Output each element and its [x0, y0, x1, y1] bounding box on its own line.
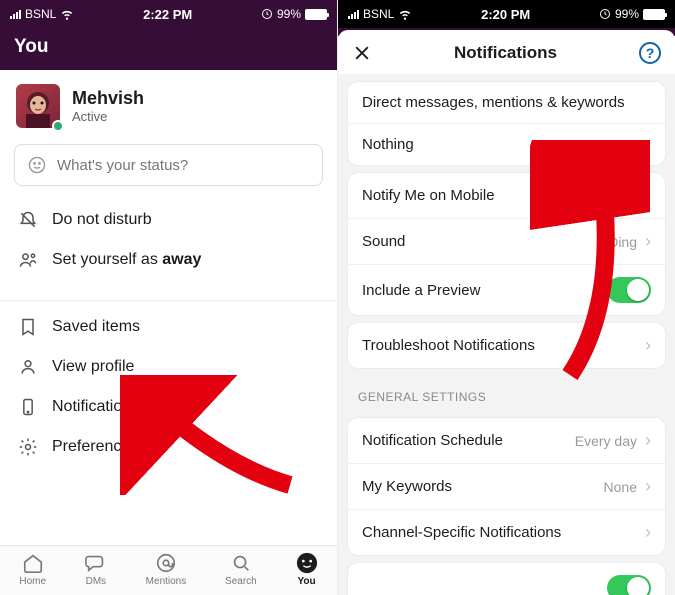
row-troubleshoot[interactable]: Troubleshoot Notifications ›: [348, 323, 665, 368]
status-bar-left: BSNL 2:22 PM 99%: [0, 0, 337, 28]
time-label: 2:20 PM: [481, 7, 530, 22]
battery-pct: 99%: [277, 7, 301, 21]
row-schedule[interactable]: Notification Schedule Every day›: [348, 418, 665, 463]
group-troubleshoot: Troubleshoot Notifications ›: [348, 323, 665, 368]
avatar: [16, 84, 60, 128]
menu-label: View profile: [52, 358, 134, 376]
menu-label-bold: away: [162, 251, 201, 268]
status-bar-right: BSNL 2:20 PM 99%: [338, 0, 675, 28]
tab-dms[interactable]: DMs: [85, 552, 107, 587]
row-cutoff: [348, 563, 665, 595]
orientation-lock-icon: [261, 8, 273, 20]
notifications-header: Notifications ?: [338, 30, 675, 74]
menu-item-saved[interactable]: Saved items: [0, 307, 337, 347]
profile-row[interactable]: Mehvish Active: [0, 70, 337, 138]
battery-icon: [305, 9, 327, 20]
battery-pct: 99%: [615, 7, 639, 21]
carrier-label: BSNL: [25, 7, 56, 21]
group-mobile-settings: Notify Me on Mobile As soon as I'm…› Sou…: [348, 173, 665, 315]
menu-label: Notifications: [52, 398, 139, 416]
gear-icon: [18, 437, 38, 457]
phone-left-you-screen: BSNL 2:22 PM 99% You Mehvish Active What…: [0, 0, 338, 595]
menu-item-away[interactable]: Set yourself as away: [0, 240, 337, 280]
row-keywords[interactable]: My Keywords None›: [348, 463, 665, 509]
page-title: You: [0, 28, 337, 70]
settings-scroll[interactable]: Direct messages, mentions & keywords Not…: [338, 74, 675, 595]
you-icon: [296, 552, 318, 574]
chevron-right-icon: ›: [645, 335, 651, 356]
chevron-right-icon: ›: [645, 522, 651, 543]
presence-dot-icon: [52, 120, 64, 132]
phone-right-notifications-screen: BSNL 2:20 PM 99% Notifications ? Direct …: [338, 0, 675, 595]
preview-toggle[interactable]: [607, 277, 651, 303]
chevron-right-icon: ›: [645, 430, 651, 451]
chevron-right-icon: ›: [645, 231, 651, 252]
menu-item-profile[interactable]: View profile: [0, 347, 337, 387]
status-placeholder: What's your status?: [57, 157, 188, 174]
battery-icon: [643, 9, 665, 20]
menu-label: Do not disturb: [52, 211, 152, 229]
section-title-general: GENERAL SETTINGS: [338, 376, 675, 410]
mobile-icon: [18, 397, 38, 417]
group-alert-types: Direct messages, mentions & keywords Not…: [348, 82, 665, 165]
mentions-icon: [155, 552, 177, 574]
smiley-icon: [27, 155, 47, 175]
bottom-tab-bar: Home DMs Mentions Search You: [0, 545, 337, 595]
away-icon: [18, 250, 38, 270]
menu-item-preferences[interactable]: Preferences: [0, 427, 337, 467]
dnd-icon: [18, 210, 38, 230]
menu-item-dnd[interactable]: Do not disturb: [0, 200, 337, 240]
tab-search[interactable]: Search: [225, 552, 257, 587]
group-general: Notification Schedule Every day› My Keyw…: [348, 418, 665, 555]
menu-item-notifications[interactable]: Notifications: [0, 387, 337, 427]
menu-label-prefix: Set yourself as: [52, 251, 162, 268]
tab-mentions[interactable]: Mentions: [146, 552, 187, 587]
row-preview: Include a Preview: [348, 264, 665, 315]
chevron-right-icon: ›: [645, 185, 651, 206]
tab-home[interactable]: Home: [19, 552, 46, 587]
row-sound[interactable]: Sound Ding›: [348, 218, 665, 264]
row-nothing[interactable]: Nothing: [348, 123, 665, 165]
chevron-right-icon: ›: [645, 476, 651, 497]
menu-label: Preferences: [52, 438, 138, 456]
status-input[interactable]: What's your status?: [14, 144, 323, 186]
carrier-label: BSNL: [363, 7, 394, 21]
row-channel-specific[interactable]: Channel-Specific Notifications ›: [348, 509, 665, 555]
profile-name: Mehvish: [72, 88, 144, 109]
menu-label: Saved items: [52, 318, 140, 336]
signal-icon: [348, 9, 359, 19]
wifi-icon: [60, 7, 74, 21]
cutoff-toggle[interactable]: [607, 575, 651, 595]
row-notify-mobile[interactable]: Notify Me on Mobile As soon as I'm…›: [348, 173, 665, 218]
home-icon: [22, 552, 44, 574]
orientation-lock-icon: [599, 8, 611, 20]
wifi-icon: [398, 7, 412, 21]
help-icon[interactable]: ?: [639, 42, 661, 64]
time-label: 2:22 PM: [143, 7, 192, 22]
notifications-title: Notifications: [454, 43, 557, 63]
row-direct-messages[interactable]: Direct messages, mentions & keywords: [348, 82, 665, 123]
tab-you[interactable]: You: [296, 552, 318, 587]
search-icon: [230, 552, 252, 574]
dms-icon: [85, 552, 107, 574]
signal-icon: [10, 9, 21, 19]
close-icon[interactable]: [352, 43, 372, 63]
profile-presence-label: Active: [72, 109, 144, 124]
group-cutoff: [348, 563, 665, 595]
bookmark-icon: [18, 317, 38, 337]
person-icon: [18, 357, 38, 377]
